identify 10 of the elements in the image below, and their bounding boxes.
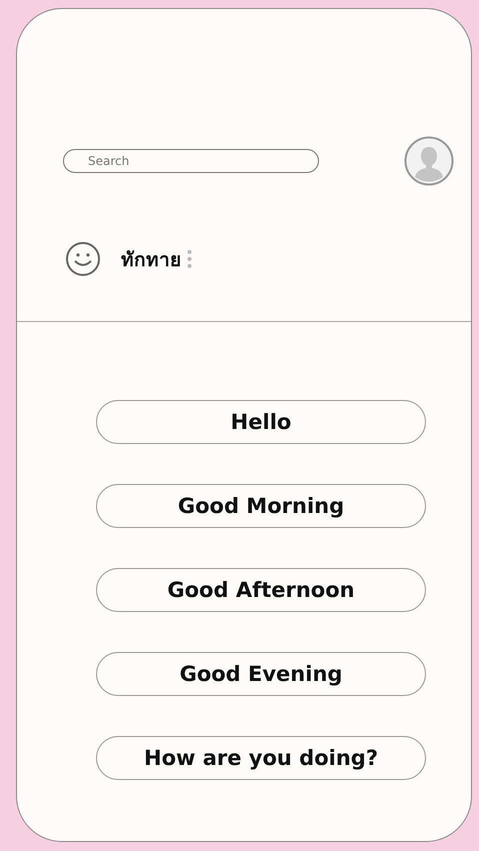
phrase-button[interactable]: Good Afternoon	[96, 568, 426, 612]
avatar-icon[interactable]	[404, 136, 454, 186]
phrase-button[interactable]: How are you doing?	[96, 736, 426, 780]
more-icon[interactable]	[187, 249, 192, 269]
smiley-icon	[65, 241, 101, 277]
phrase-button[interactable]: Hello	[96, 400, 426, 444]
search-field[interactable]: Search	[63, 149, 319, 173]
phrase-button[interactable]: Good Evening	[96, 652, 426, 696]
phrase-button[interactable]: Good Morning	[96, 484, 426, 528]
category-menu[interactable]: ทักทาย	[121, 244, 181, 274]
